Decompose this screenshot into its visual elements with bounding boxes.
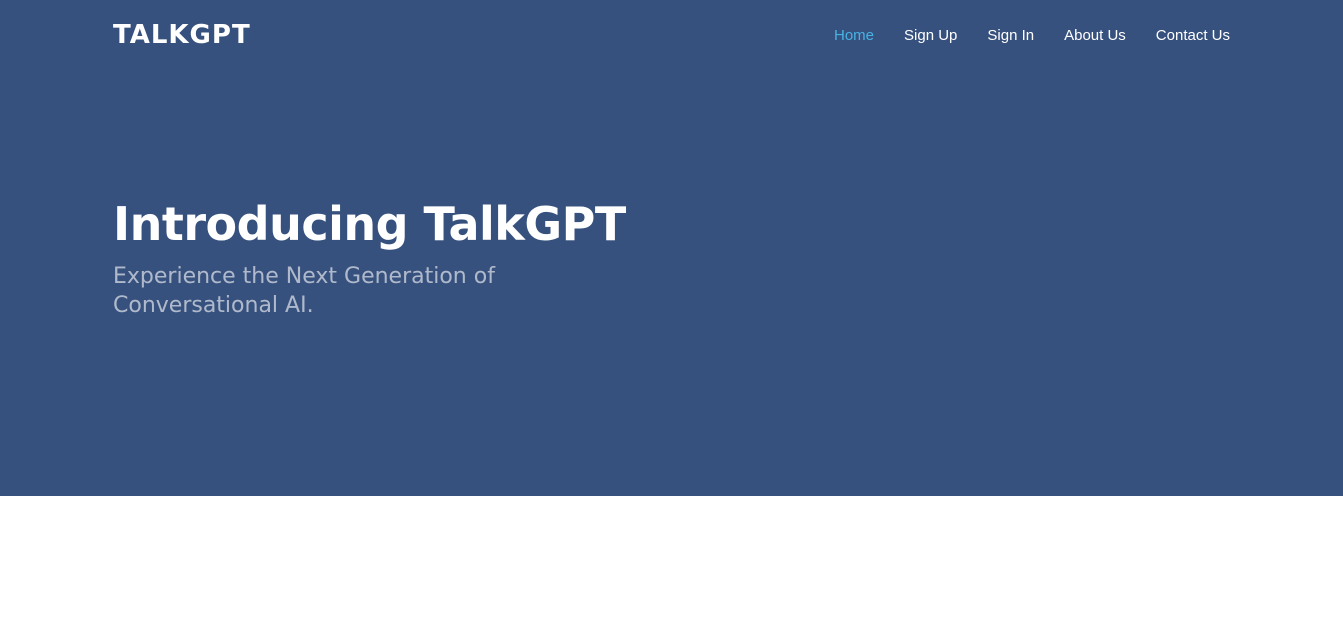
hero-title: Introducing TalkGPT: [113, 197, 626, 251]
nav-link-sign-up[interactable]: Sign Up: [904, 26, 957, 46]
hero-subtitle: Experience the Next Generation of Conver…: [113, 264, 495, 318]
nav-link-sign-in[interactable]: Sign In: [987, 26, 1034, 46]
site-header: TALKGPT Home Sign Up Sign In About Us Co…: [0, 0, 1343, 72]
hero-section: TALKGPT Home Sign Up Sign In About Us Co…: [0, 0, 1343, 496]
site-logo[interactable]: TALKGPT: [113, 19, 251, 51]
main-nav: Home Sign Up Sign In About Us Contact Us: [804, 26, 1230, 46]
nav-link-home[interactable]: Home: [834, 26, 874, 46]
nav-link-about-us[interactable]: About Us: [1064, 26, 1126, 46]
nav-link-contact-us[interactable]: Contact Us: [1156, 26, 1230, 46]
